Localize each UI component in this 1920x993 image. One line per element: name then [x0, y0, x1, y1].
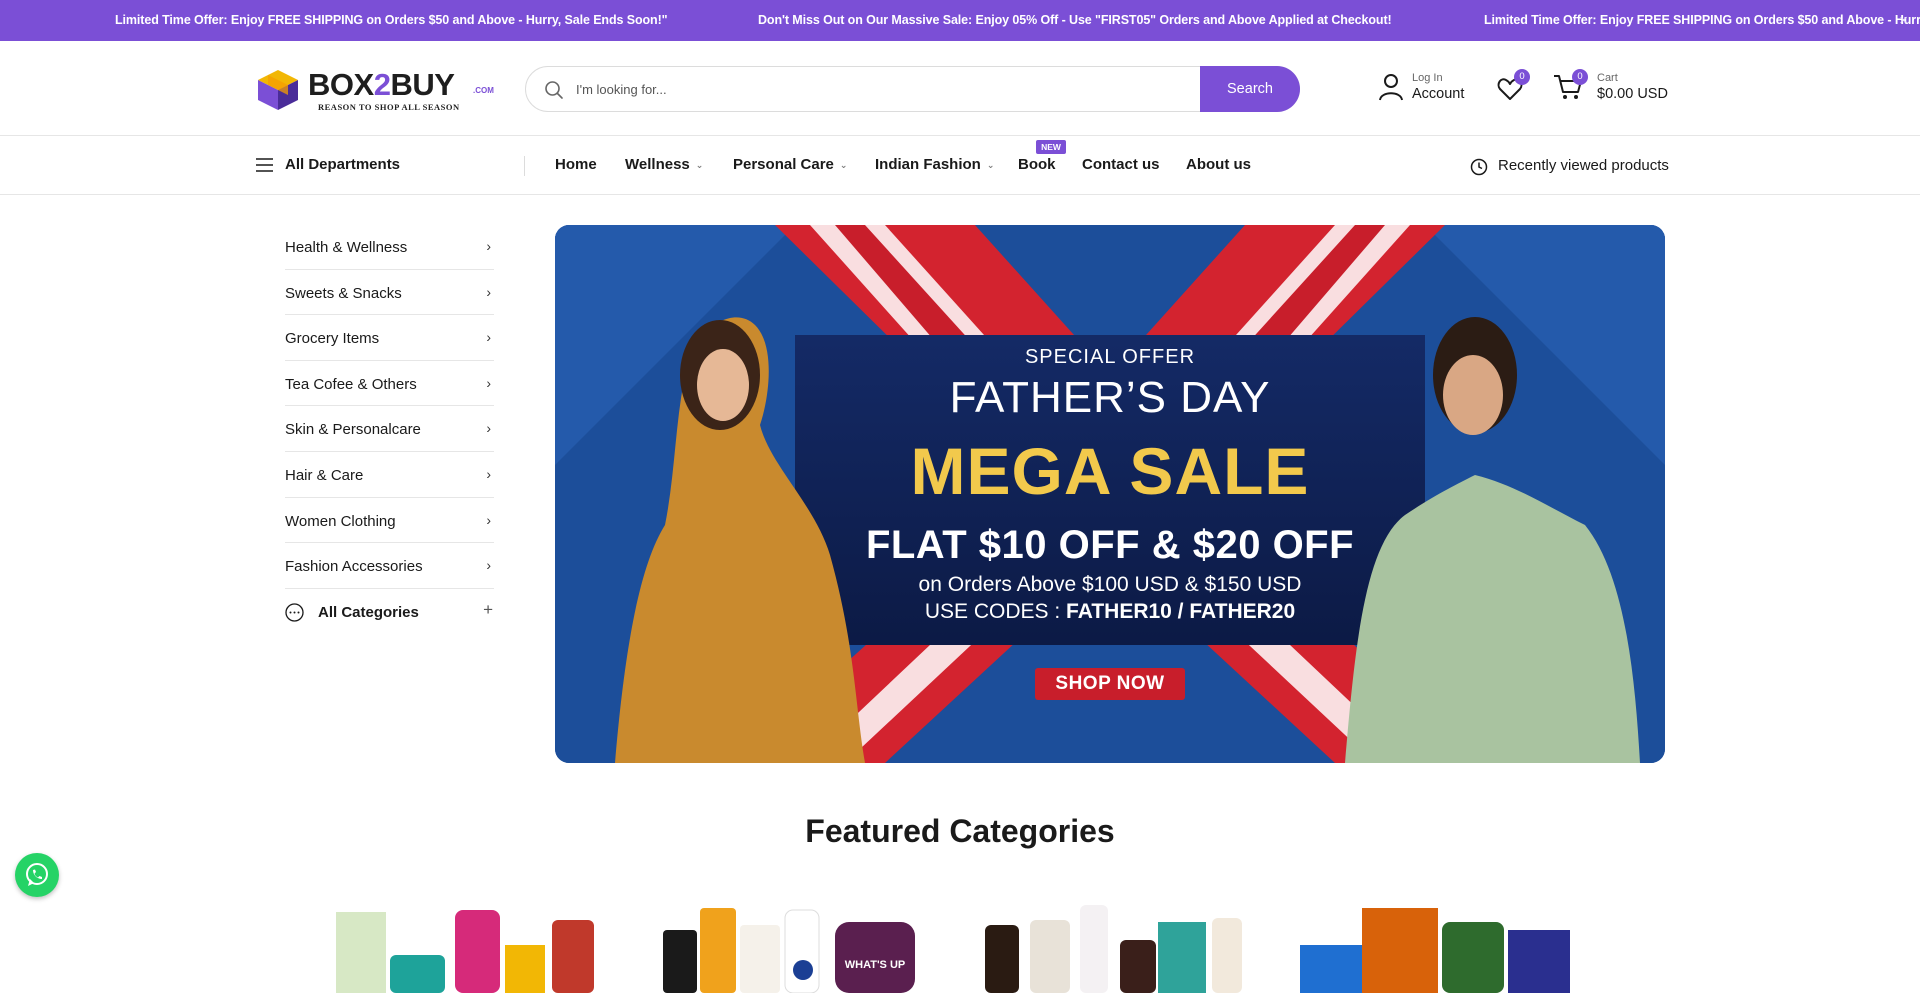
cart-total: $0.00 USD [1597, 86, 1668, 102]
product-image: WHAT'S UP [663, 908, 915, 993]
banner-headline: MEGA SALE [910, 434, 1310, 508]
category-item-women-clothing[interactable]: Women Clothing › [285, 498, 494, 544]
cart-count-badge: 0 [1572, 69, 1588, 85]
menu-icon [256, 158, 273, 172]
chevron-down-icon: ⌄ [986, 159, 995, 170]
search-button[interactable]: Search [1200, 66, 1300, 112]
nav-item-indian-fashion[interactable]: Indian Fashion ⌄ [875, 156, 994, 173]
announcement-message: Don't Miss Out on Our Massive Sale: Enjo… [758, 13, 1392, 27]
cart-link[interactable]: 0 Cart $0.00 USD [1553, 69, 1673, 109]
plus-icon: + [483, 599, 493, 619]
close-icon[interactable]: × [1899, 0, 1908, 41]
logo-wordmark: BOX2BUY [308, 67, 455, 102]
category-item-hair-care[interactable]: Hair & Care › [285, 452, 494, 498]
nav-item-home[interactable]: Home [555, 156, 597, 173]
featured-categories-row: WHAT'S UP [330, 900, 1600, 993]
chevron-right-icon: › [486, 465, 491, 482]
shop-now-button[interactable]: SHOP NOW [1035, 668, 1185, 700]
category-item-health-wellness[interactable]: Health & Wellness › [285, 224, 494, 270]
nav-divider [524, 156, 525, 176]
logo-tagline: REASON TO SHOP ALL SEASON [318, 102, 460, 112]
new-badge: NEW [1036, 140, 1066, 154]
category-item-sweets-snacks[interactable]: Sweets & Snacks › [285, 270, 494, 316]
featured-category-card[interactable] [1300, 900, 1600, 993]
hero-banner[interactable]: SPECIAL OFFER FATHER’S DAY MEGA SALE FLA… [555, 225, 1665, 763]
product-image [985, 905, 1242, 993]
logo-suffix: .COM [473, 86, 494, 95]
featured-category-card[interactable]: WHAT'S UP [655, 900, 955, 993]
banner-discount: FLAT $10 OFF & $20 OFF [865, 523, 1355, 567]
featured-category-card[interactable] [980, 900, 1280, 993]
announcement-bar: Limited Time Offer: Enjoy FREE SHIPPING … [0, 0, 1920, 41]
banner-orders-text: on Orders Above $100 USD & $150 USD [918, 573, 1302, 596]
product-image [336, 910, 594, 993]
wishlist-button[interactable]: 0 [1497, 69, 1530, 103]
cart-label: Cart [1597, 72, 1618, 84]
whatsapp-icon [26, 863, 48, 886]
chevron-down-icon: ⌄ [839, 159, 848, 170]
nav-item-about-us[interactable]: About us [1186, 156, 1251, 173]
wishlist-count-badge: 0 [1514, 69, 1530, 85]
category-item-tea-cofee-others[interactable]: Tea Cofee & Others › [285, 361, 494, 407]
chevron-right-icon: › [486, 511, 491, 528]
chevron-right-icon: › [486, 557, 491, 574]
whatsapp-button[interactable] [15, 853, 59, 897]
category-item-grocery-items[interactable]: Grocery Items › [285, 315, 494, 361]
banner-eyebrow: SPECIAL OFFER [1024, 346, 1196, 368]
user-icon [1379, 74, 1403, 101]
announcement-message: Limited Time Offer: Enjoy FREE SHIPPING … [115, 13, 668, 27]
chevron-down-icon: ⌄ [695, 159, 704, 170]
account-label: Account [1412, 86, 1465, 102]
all-departments-label: All Departments [285, 156, 401, 173]
nav-item-wellness[interactable]: Wellness ⌄ [625, 156, 703, 173]
chevron-right-icon: › [486, 374, 491, 391]
search-icon [545, 81, 563, 99]
search-bar: Search [525, 66, 1300, 112]
account-link[interactable]: Log In Account [1378, 69, 1478, 109]
category-item-skin-personalcare[interactable]: Skin & Personalcare › [285, 406, 494, 452]
chevron-right-icon: › [486, 283, 491, 300]
announcement-message: Limited Time Offer: Enjoy FREE SHIPPING … [1484, 13, 1920, 27]
featured-category-card[interactable] [330, 900, 630, 993]
nav-item-book[interactable]: Book [1018, 156, 1056, 173]
all-categories-toggle[interactable]: All Categories + [285, 589, 494, 635]
main-nav: All Departments Home Wellness ⌄ Personal … [0, 137, 1920, 195]
banner-codes: USE CODES : FATHER10 / FATHER20 [924, 600, 1296, 623]
category-sidebar: Health & Wellness › Sweets & Snacks › Groc… [285, 224, 494, 634]
site-header: BOX2BUY .COM REASON TO SHOP ALL SEASON S… [0, 41, 1920, 136]
logo[interactable]: BOX2BUY .COM REASON TO SHOP ALL SEASON [254, 65, 504, 113]
clock-icon [1470, 158, 1488, 176]
search-input[interactable] [576, 77, 1196, 101]
nav-item-personal-care[interactable]: Personal Care ⌄ [733, 156, 847, 173]
chevron-right-icon: › [486, 238, 491, 254]
category-item-fashion-accessories[interactable]: Fashion Accessories › [285, 543, 494, 589]
chevron-right-icon: › [486, 420, 491, 437]
account-login-text: Log In [1412, 72, 1443, 84]
banner-title: FATHER’S DAY [949, 373, 1271, 422]
logo-cube-icon [258, 70, 298, 110]
chevron-right-icon: › [486, 329, 491, 346]
svg-text:WHAT'S UP: WHAT'S UP [845, 959, 905, 971]
recently-viewed-label: Recently viewed products [1498, 157, 1669, 174]
nav-item-contact-us[interactable]: Contact us [1082, 156, 1160, 173]
featured-categories-title: Featured Categories [805, 813, 1115, 849]
product-image [1300, 908, 1570, 993]
all-categories-label: All Categories [318, 603, 419, 621]
more-circle-icon [285, 603, 304, 622]
